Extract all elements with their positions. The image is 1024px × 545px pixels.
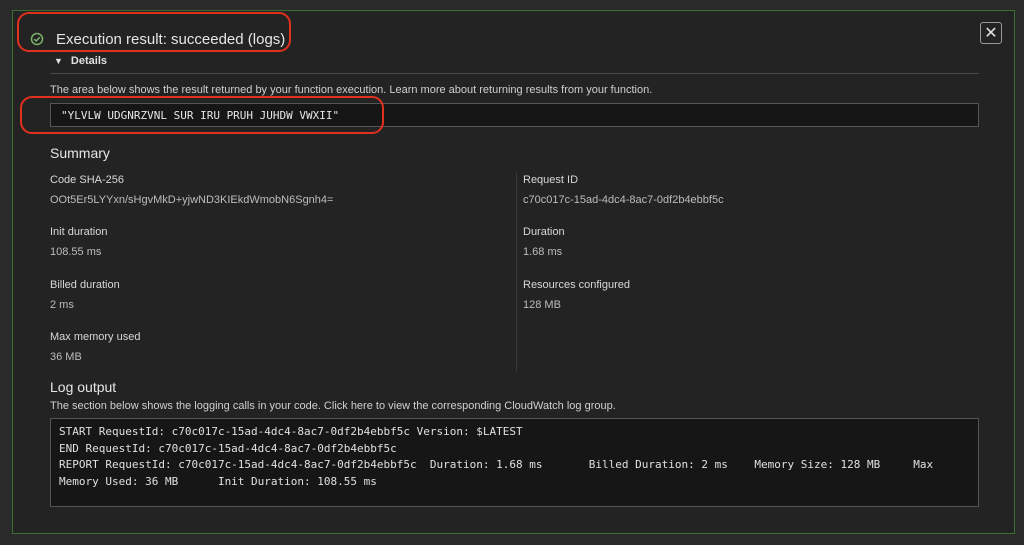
details-divider bbox=[50, 73, 979, 74]
code-sha-label: Code SHA-256 bbox=[50, 174, 124, 186]
summary-column-divider bbox=[516, 172, 517, 372]
resources-configured-label: Resources configured bbox=[523, 279, 631, 291]
request-id-label: Request ID bbox=[523, 174, 579, 186]
execution-result-header: Execution result: succeeded (logs) bbox=[30, 29, 285, 49]
duration-value: 1.68 ms bbox=[523, 246, 563, 258]
close-button[interactable]: ✕ bbox=[980, 22, 1002, 44]
log-output-description[interactable]: The section below shows the logging call… bbox=[50, 400, 616, 412]
details-toggle[interactable]: ▼ Details bbox=[54, 55, 107, 67]
highlight-annotation-result bbox=[20, 96, 384, 134]
resources-configured-value: 128 MB bbox=[523, 299, 561, 311]
billed-duration-label: Billed duration bbox=[50, 279, 120, 291]
log-line: START RequestId: c70c017c-15ad-4dc4-8ac7… bbox=[59, 425, 523, 438]
log-line: END RequestId: c70c017c-15ad-4dc4-8ac7-0… bbox=[59, 441, 397, 455]
check-circle-icon bbox=[30, 32, 44, 46]
billed-duration-value: 2 ms bbox=[50, 299, 74, 311]
init-duration-value: 108.55 ms bbox=[50, 246, 102, 258]
duration-label: Duration bbox=[523, 226, 565, 238]
summary-title: Summary bbox=[50, 145, 110, 161]
init-duration-label: Init duration bbox=[50, 226, 108, 238]
details-label: Details bbox=[70, 55, 107, 67]
log-line: REPORT RequestId: c70c017c-15ad-4dc4-8ac… bbox=[59, 458, 934, 471]
execution-result-title: Execution result: succeeded (logs) bbox=[56, 30, 286, 48]
log-line: Memory Used: 36 MB Init Duration: 108.55… bbox=[59, 474, 377, 488]
request-id-value: c70c017c-15ad-4dc4-8ac7-0df2b4ebbf5c bbox=[523, 194, 724, 206]
details-description: The area below shows the result returned… bbox=[50, 84, 653, 96]
log-output-title: Log output bbox=[50, 379, 117, 395]
max-memory-label: Max memory used bbox=[50, 331, 141, 343]
caret-down-icon: ▼ bbox=[54, 56, 63, 66]
log-output-box: START RequestId: c70c017c-15ad-4dc4-8ac7… bbox=[50, 418, 979, 507]
code-sha-value: OOt5Er5LYYxn/sHgvMkD+yjwND3KIEkdWmobN6Sg… bbox=[50, 194, 334, 206]
max-memory-value: 36 MB bbox=[50, 351, 82, 363]
close-icon: ✕ bbox=[984, 25, 998, 42]
